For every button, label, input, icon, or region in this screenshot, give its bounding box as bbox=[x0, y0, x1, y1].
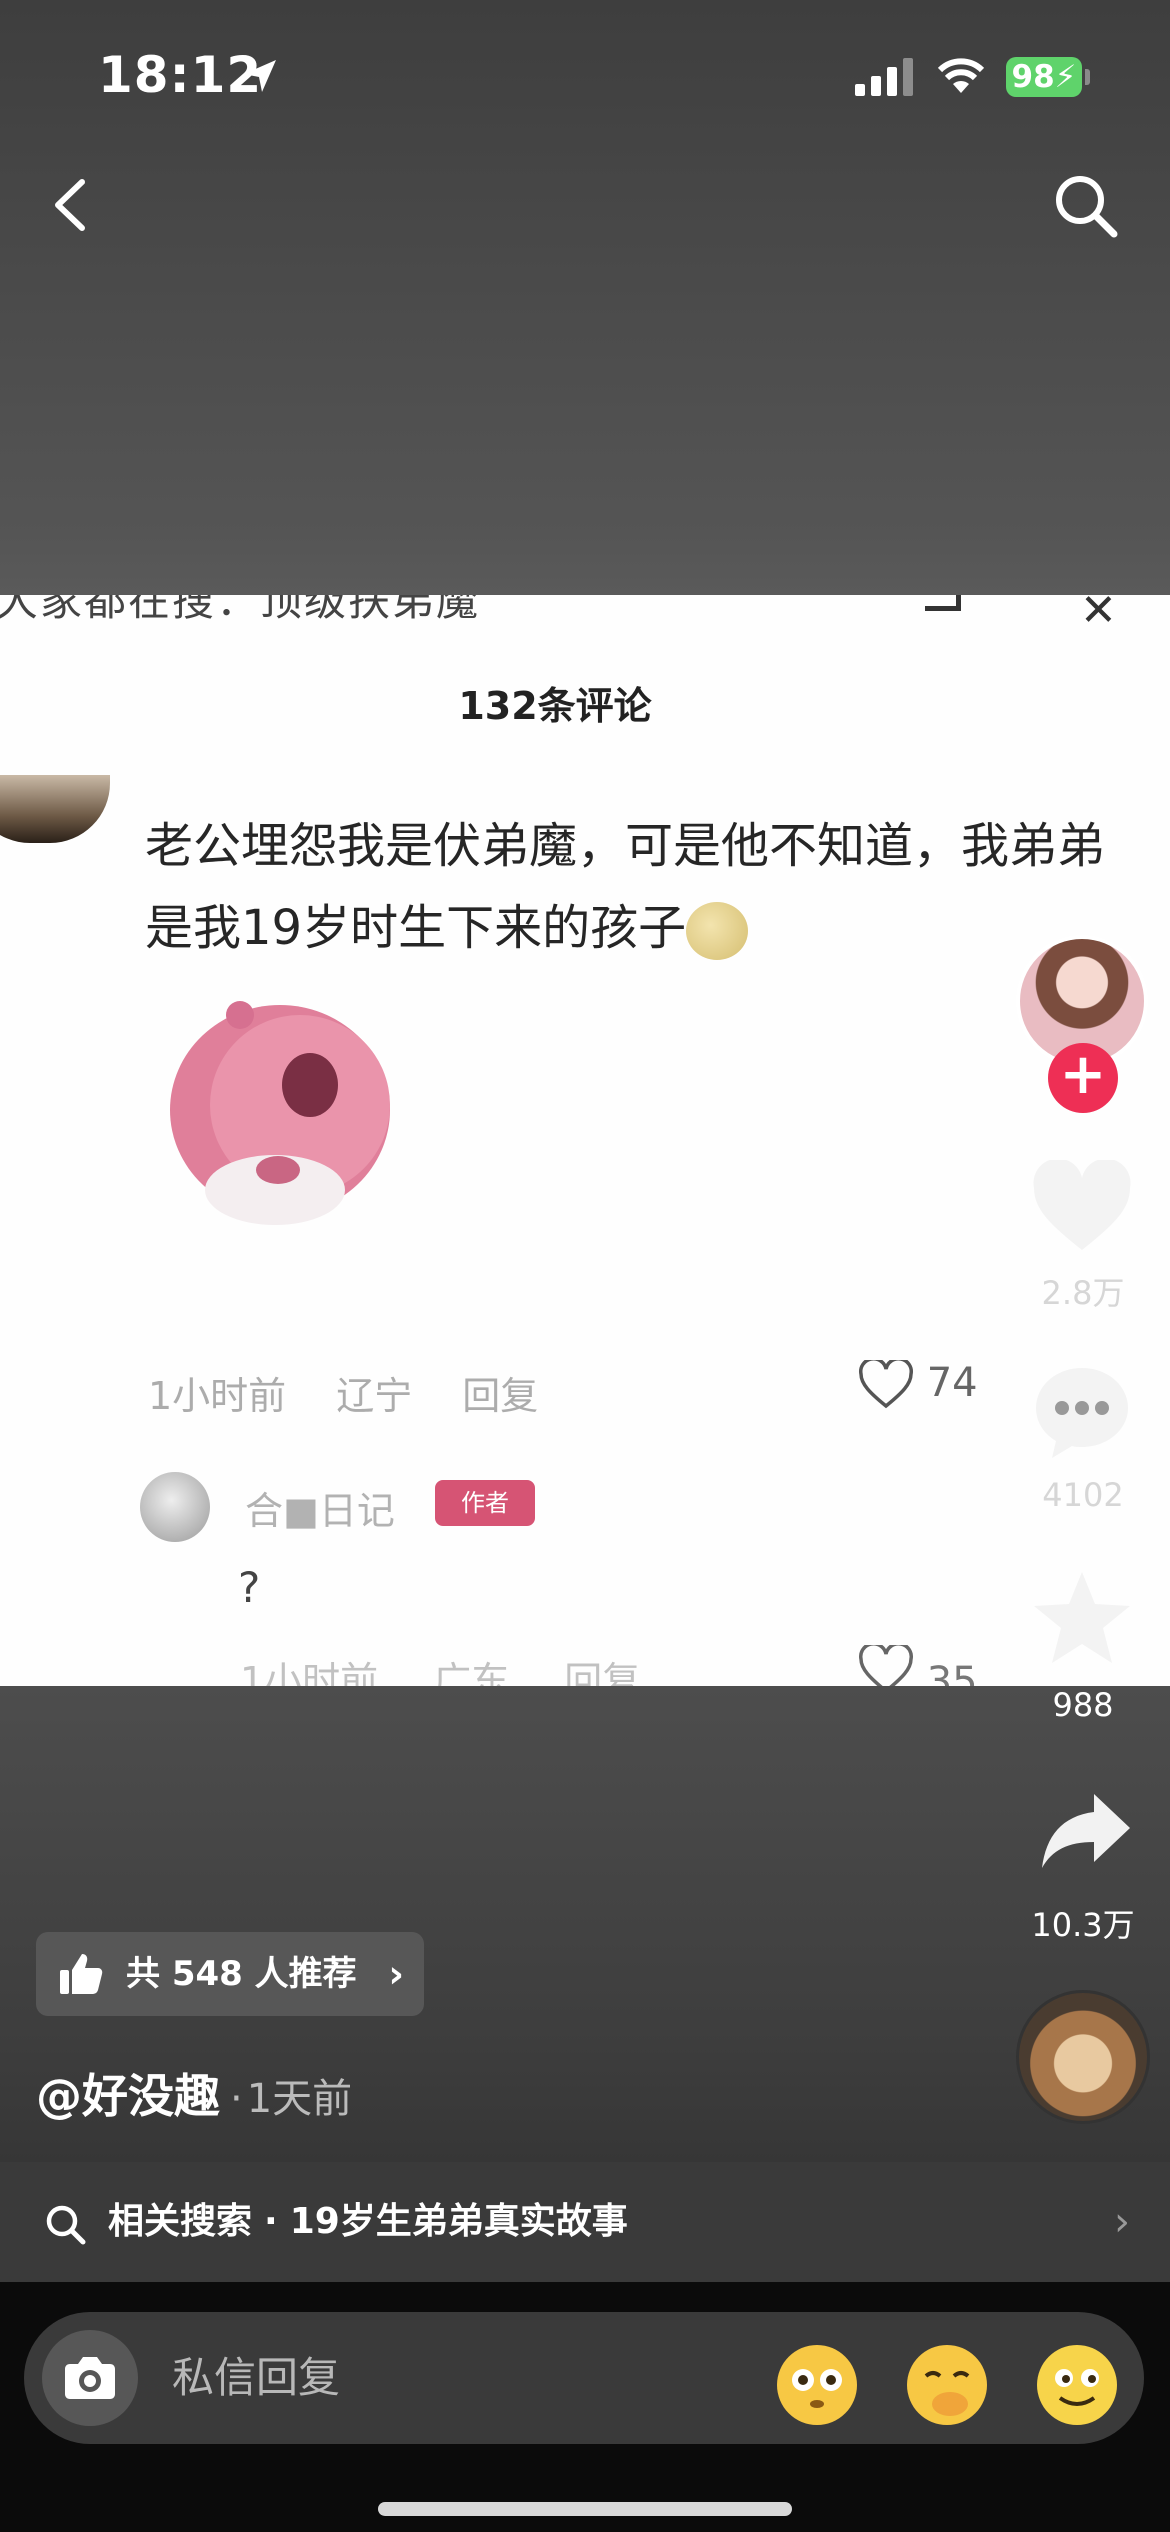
reply-username: 合■日记 bbox=[245, 1489, 395, 1533]
author-badge: 作者 bbox=[435, 1480, 535, 1526]
like-heart-icon[interactable] bbox=[1030, 1160, 1134, 1254]
wifi-icon bbox=[937, 58, 985, 93]
smiling-emoji-icon[interactable] bbox=[1034, 2342, 1120, 2428]
home-indicator[interactable] bbox=[378, 2502, 792, 2516]
heart-outline-icon bbox=[859, 1642, 913, 1686]
heart-outline-icon bbox=[859, 1357, 913, 1409]
follow-button[interactable]: + bbox=[1048, 1043, 1118, 1113]
camera-icon bbox=[65, 2357, 115, 2399]
search-icon bbox=[46, 2205, 86, 2245]
main-comment-text: 老公埋怨我是伏弟魔，可是他不知道，我弟弟是我19岁时生下来的孩子 bbox=[145, 805, 1105, 969]
main-comment-likes: 74 bbox=[858, 1357, 978, 1410]
author-handle[interactable]: @好没趣 bbox=[36, 2069, 220, 2123]
camera-button[interactable] bbox=[42, 2330, 138, 2426]
battery-indicator: 98⚡ bbox=[1006, 57, 1082, 97]
chevron-right-icon: › bbox=[1114, 2199, 1130, 2245]
hand-over-mouth-emoji-icon[interactable] bbox=[904, 2342, 990, 2428]
location-arrow-icon bbox=[244, 60, 276, 92]
smirk-emoji-icon bbox=[686, 902, 749, 960]
reply-meta: 1小时前 广东 回复 bbox=[240, 1659, 641, 1686]
share-arrow-icon[interactable] bbox=[1038, 1790, 1134, 1870]
reply-likes: 35 bbox=[858, 1642, 978, 1686]
post-time: 1天前 bbox=[246, 2076, 353, 2122]
expand-icon bbox=[925, 595, 961, 611]
close-icon: ✕ bbox=[1080, 595, 1117, 636]
search-banner-text: 大家都在搜：顶级扶弟魔 bbox=[0, 595, 481, 625]
comment-bubble-icon[interactable] bbox=[1030, 1362, 1134, 1462]
thumbs-up-icon bbox=[60, 1954, 103, 1994]
related-search-query: 19岁生弟弟真实故事 bbox=[289, 2201, 628, 2242]
chevron-right-icon: › bbox=[388, 1952, 404, 1996]
reply-avatar bbox=[140, 1472, 210, 1542]
recommend-label: 共 548 人推荐 bbox=[126, 1954, 357, 1994]
commenter-avatar bbox=[0, 775, 110, 843]
bottom-input-area: 私信回复 bbox=[0, 2282, 1170, 2532]
related-search-separator: · bbox=[264, 2201, 278, 2242]
favorite-count: 988 bbox=[1052, 1686, 1114, 1724]
battery-tip bbox=[1085, 69, 1090, 85]
music-disc[interactable] bbox=[1016, 1990, 1150, 2124]
video-comment-screenshot: 大家都在搜：顶级扶弟魔 ✕ 132条评论 老公埋怨我是伏弟魔，可是他不知道，我弟… bbox=[0, 595, 1170, 1686]
pink-creature-sticker bbox=[170, 1001, 390, 1225]
message-input-bar[interactable]: 私信回复 bbox=[24, 2312, 1144, 2444]
recommend-pill[interactable]: 共 548 人推荐 › bbox=[36, 1932, 424, 2016]
comment-count-title: 132条评论 bbox=[458, 684, 652, 728]
reply-text: ? bbox=[238, 1563, 261, 1612]
main-comment-meta: 1小时前 辽宁 回复 bbox=[148, 1374, 539, 1418]
back-chevron-icon[interactable] bbox=[44, 170, 104, 240]
flushed-emoji-icon[interactable] bbox=[774, 2342, 860, 2428]
favorite-star-icon[interactable] bbox=[1030, 1568, 1134, 1668]
search-icon[interactable] bbox=[1050, 170, 1120, 240]
related-search-prefix: 相关搜索 bbox=[108, 2201, 253, 2242]
cellular-signal-icon bbox=[855, 58, 913, 96]
like-count: 2.8万 bbox=[1041, 1274, 1125, 1312]
status-time: 18:12 bbox=[98, 46, 263, 104]
related-search-bar[interactable]: 相关搜索 · 19岁生弟弟真实故事 › bbox=[0, 2162, 1170, 2282]
share-count: 10.3万 bbox=[1031, 1906, 1135, 1944]
author-separator: · bbox=[230, 2076, 243, 2122]
message-input[interactable]: 私信回复 bbox=[172, 2312, 340, 2444]
author-line: @好没趣 · 1天前 bbox=[36, 2060, 352, 2126]
comment-count: 4102 bbox=[1042, 1476, 1124, 1514]
